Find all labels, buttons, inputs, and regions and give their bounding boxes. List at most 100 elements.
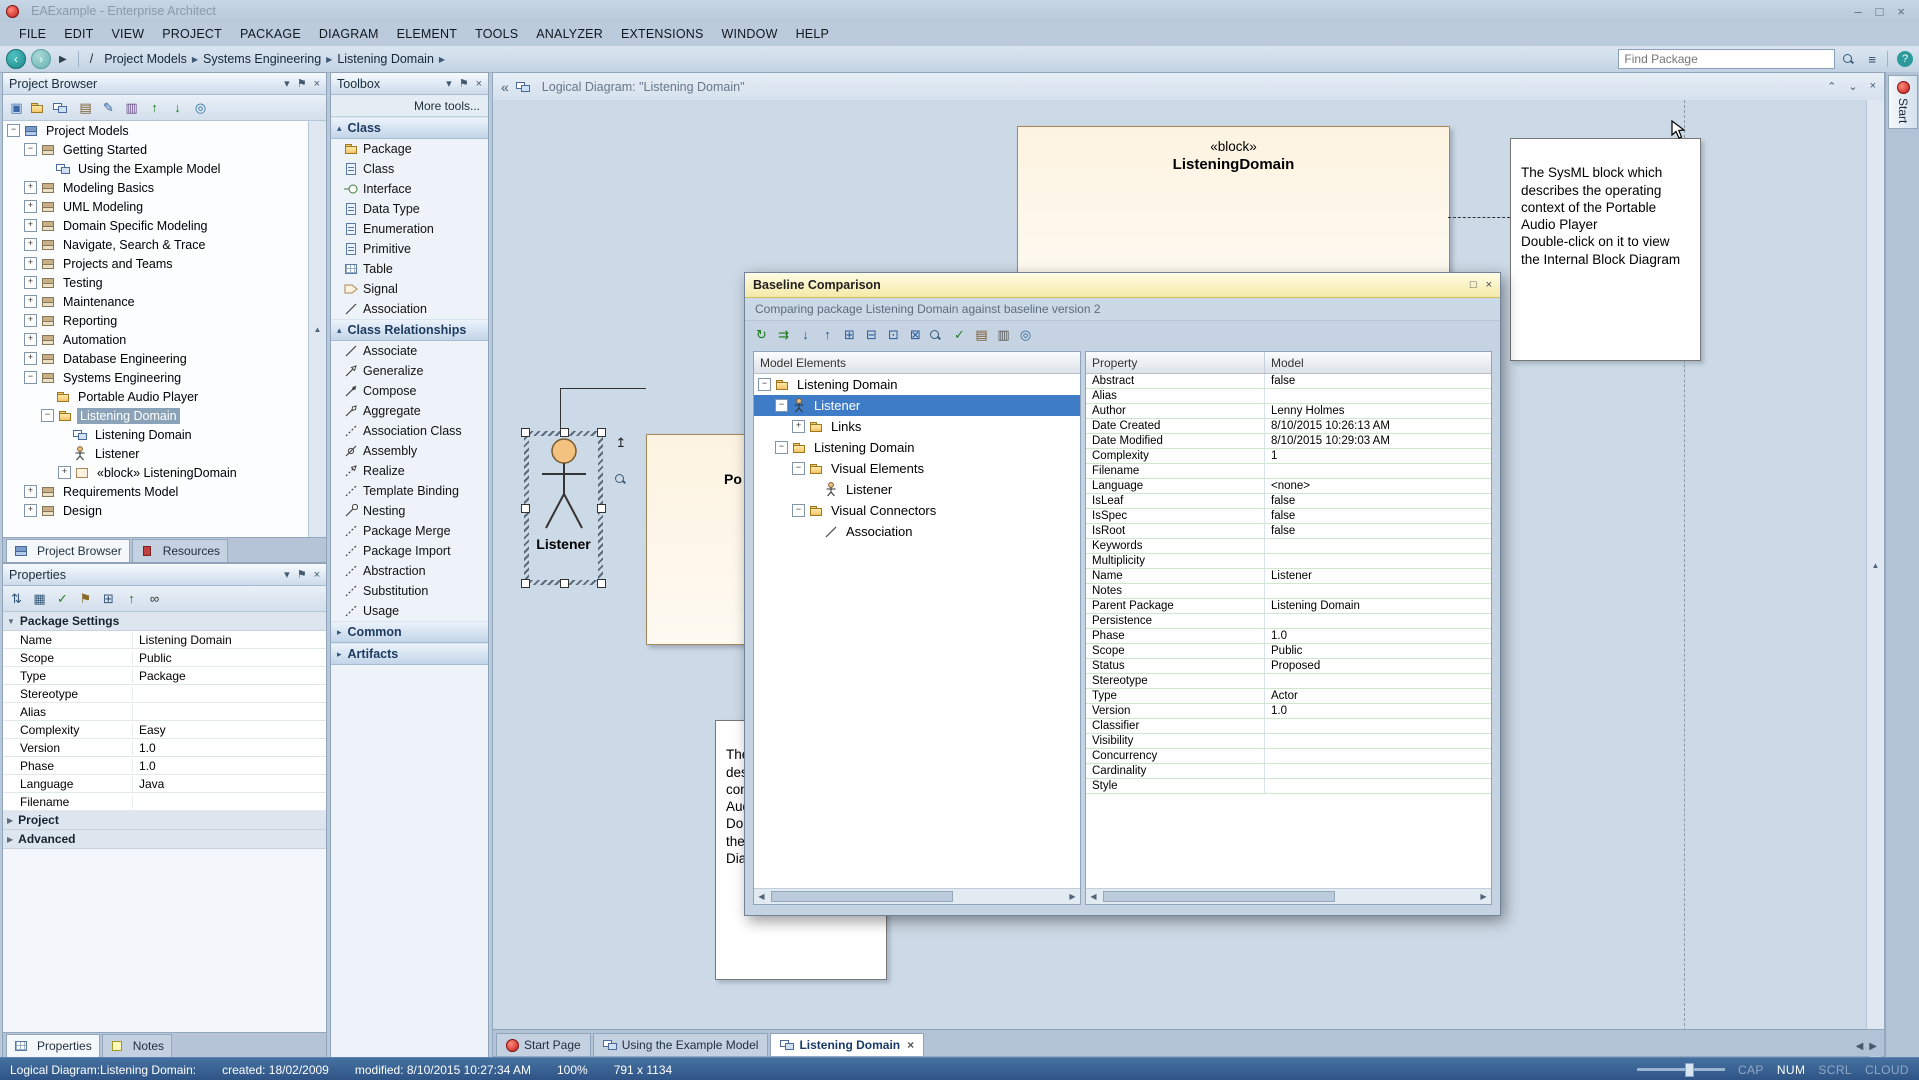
menu-list-icon[interactable]: ≡	[1866, 52, 1878, 67]
collapse-icon[interactable]: −	[775, 441, 788, 454]
new-model-icon[interactable]: ▣	[7, 98, 26, 117]
refresh-icon[interactable]: ↻	[752, 325, 771, 344]
document-tab-start-page[interactable]: Start Page	[496, 1033, 591, 1056]
toolbox-item-generalize[interactable]: Generalize	[331, 361, 488, 381]
property-table-row[interactable]: Multiplicity	[1086, 554, 1491, 569]
expand-icon[interactable]: +	[24, 238, 37, 251]
menu-package[interactable]: PACKAGE	[231, 24, 310, 44]
close-button[interactable]: ×	[1486, 279, 1492, 291]
tree-item[interactable]: Using the Example Model	[3, 159, 326, 178]
toolbox-section-class-relationships[interactable]: ▴Class Relationships	[331, 319, 488, 341]
panel-menu-icon[interactable]: ▾	[284, 568, 290, 581]
tree-item[interactable]: −Project Models	[3, 121, 326, 140]
check-icon[interactable]: ✓	[53, 589, 72, 608]
toolbox-item-assembly[interactable]: Assembly	[331, 441, 488, 461]
find-icon[interactable]	[928, 325, 947, 344]
collapse-left-icon[interactable]: «	[501, 79, 509, 95]
back-button[interactable]: ‹	[6, 49, 26, 69]
expand-icon[interactable]: +	[24, 352, 37, 365]
scrollbar-vertical[interactable]: ▲ ▼	[1866, 100, 1884, 1030]
help-icon[interactable]: ?	[1897, 51, 1913, 67]
pin-icon[interactable]: ⚑	[76, 589, 95, 608]
tree-item[interactable]: −Listening Domain	[754, 437, 1080, 458]
association-connector[interactable]	[560, 388, 646, 389]
expand-icon[interactable]: +	[24, 485, 37, 498]
close-icon[interactable]: ×	[1870, 80, 1876, 93]
tab-notes[interactable]: Notes	[102, 1034, 172, 1057]
toolbox-item-realize[interactable]: Realize	[331, 461, 488, 481]
collapse-icon[interactable]: −	[7, 124, 20, 137]
close-tab-icon[interactable]: ×	[907, 1038, 914, 1052]
property-row[interactable]: NameListening Domain	[3, 631, 326, 649]
toolbox-item-association-class[interactable]: Association Class	[331, 421, 488, 441]
tab-properties[interactable]: Properties	[6, 1034, 100, 1057]
tree-item[interactable]: −Listener	[754, 395, 1080, 416]
expand-icon[interactable]: +	[24, 276, 37, 289]
property-row[interactable]: Stereotype	[3, 685, 326, 703]
toolbox-item-primitive[interactable]: Primitive	[331, 239, 488, 259]
resize-handle[interactable]	[597, 428, 606, 437]
tree-item[interactable]: Portable Audio Player	[3, 387, 326, 406]
menu-extensions[interactable]: EXTENSIONS	[612, 24, 713, 44]
property-table-row[interactable]: ScopePublic	[1086, 644, 1491, 659]
toolbox-item-template-binding[interactable]: Template Binding	[331, 481, 488, 501]
nav-down-icon[interactable]: ↓	[796, 325, 815, 344]
collapse-icon[interactable]: −	[24, 371, 37, 384]
property-table-row[interactable]: Version1.0	[1086, 704, 1491, 719]
property-table-row[interactable]: Date Created8/10/2015 10:26:13 AM	[1086, 419, 1491, 434]
revert-icon[interactable]: ⊠	[906, 325, 925, 344]
new-diagram-icon[interactable]	[53, 98, 72, 117]
chevron-up-icon[interactable]: ⌃	[1827, 80, 1836, 93]
expand-icon[interactable]: +	[24, 257, 37, 270]
resize-handle[interactable]	[521, 504, 530, 513]
column-header-property[interactable]: Property	[1086, 352, 1265, 373]
find-package-input[interactable]	[1618, 49, 1835, 69]
property-row[interactable]: ScopePublic	[3, 649, 326, 667]
breadcrumb-item[interactable]: Systems Engineering	[200, 52, 324, 66]
more-tools-link[interactable]: More tools...	[331, 95, 488, 117]
property-table-row[interactable]: Abstractfalse	[1086, 374, 1491, 389]
menu-element[interactable]: ELEMENT	[388, 24, 466, 44]
property-table-row[interactable]: IsSpecfalse	[1086, 509, 1491, 524]
merge-model-icon[interactable]: ⊞	[840, 325, 859, 344]
toolbox-item-signal[interactable]: Signal	[331, 279, 488, 299]
document-tab-using-the-example-model[interactable]: Using the Example Model	[593, 1033, 769, 1056]
tree-item[interactable]: Listener	[3, 444, 326, 463]
tree-item[interactable]: Listening Domain	[3, 425, 326, 444]
breadcrumb-expand-button[interactable]: ▶	[56, 54, 70, 65]
scroll-left-icon[interactable]: ◀	[1086, 889, 1101, 904]
tree-item[interactable]: −Visual Connectors	[754, 500, 1080, 521]
property-table-row[interactable]: Cardinality	[1086, 764, 1491, 779]
move-up-icon[interactable]: ↑	[145, 98, 164, 117]
close-icon[interactable]: ×	[314, 78, 320, 90]
toolbox-item-aggregate[interactable]: Aggregate	[331, 401, 488, 421]
property-table-row[interactable]: TypeActor	[1086, 689, 1491, 704]
tree-item[interactable]: −Listening Domain	[754, 374, 1080, 395]
tab-project-browser[interactable]: Project Browser	[6, 539, 130, 562]
sort-icon[interactable]: ⇅	[7, 589, 26, 608]
start-side-tab[interactable]: Start	[1888, 75, 1918, 129]
package-options-icon[interactable]: ▥	[122, 98, 141, 117]
property-row[interactable]: Alias	[3, 703, 326, 721]
property-table-row[interactable]: Date Modified8/10/2015 10:29:03 AM	[1086, 434, 1491, 449]
expand-icon[interactable]: +	[24, 504, 37, 517]
property-table-row[interactable]: IsRootfalse	[1086, 524, 1491, 539]
expand-icon[interactable]: +	[24, 314, 37, 327]
scrollbar-horizontal[interactable]: ◀ ▶	[1086, 888, 1491, 904]
toolbox-item-table[interactable]: Table	[331, 259, 488, 279]
property-row[interactable]: Phase1.0	[3, 757, 326, 775]
toolbox-section-artifacts[interactable]: ▸Artifacts	[331, 643, 488, 665]
scroll-up-icon[interactable]: ▲	[1868, 100, 1883, 1030]
property-table-row[interactable]: StatusProposed	[1086, 659, 1491, 674]
zoom-slider[interactable]	[1637, 1068, 1725, 1071]
grid-icon[interactable]: ⊞	[99, 589, 118, 608]
options-icon[interactable]: ▥	[994, 325, 1013, 344]
tree-item[interactable]: +Reporting	[3, 311, 326, 330]
move-up-icon[interactable]: ↑	[122, 589, 141, 608]
tree-item[interactable]: −Getting Started	[3, 140, 326, 159]
scrollbar-horizontal[interactable]: ◀ ▶	[754, 888, 1080, 904]
tree-item[interactable]: +Maintenance	[3, 292, 326, 311]
project-browser-tree[interactable]: −Project Models−Getting StartedUsing the…	[3, 121, 326, 537]
menu-project[interactable]: PROJECT	[153, 24, 231, 44]
collapse-icon[interactable]: −	[24, 143, 37, 156]
